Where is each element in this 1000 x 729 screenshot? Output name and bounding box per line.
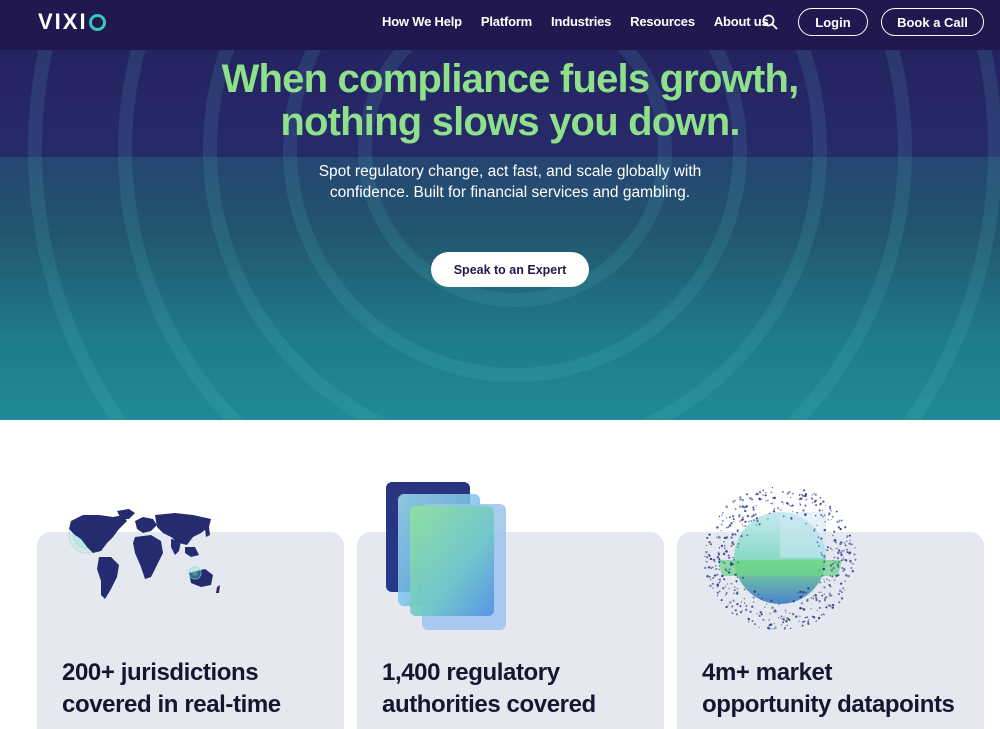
stat-card-title: 4m+ market opportunity datapoints (702, 657, 977, 721)
hero-section: VIXI How We Help Platform Industries Res… (0, 0, 1000, 420)
headline-line-2: nothing slows you down. (280, 100, 740, 144)
world-map-illustration (67, 509, 220, 599)
nav-platform[interactable]: Platform (481, 14, 532, 29)
hero-headline: When compliance fuels growth, nothing sl… (0, 58, 1000, 144)
top-navigation: VIXI How We Help Platform Industries Res… (0, 0, 1000, 50)
subtext-line-1: Spot regulatory change, act fast, and sc… (318, 163, 702, 180)
search-icon[interactable] (762, 14, 778, 30)
stacked-documents-illustration (386, 482, 506, 630)
stat-title-line-2: covered in real-time (62, 691, 281, 718)
subtext-line-2: confidence. Built for financial services… (329, 184, 691, 201)
book-a-call-button[interactable]: Book a Call (881, 8, 984, 36)
stat-title-line-1: 1,400 regulatory (382, 659, 560, 686)
nav-industries[interactable]: Industries (551, 14, 611, 29)
logo-text: VIXI (38, 9, 88, 34)
stat-title-line-1: 4m+ market (702, 659, 833, 686)
speak-to-expert-button[interactable]: Speak to an Expert (431, 252, 589, 287)
stat-title-line-2: authorities covered (382, 691, 596, 718)
headline-line-1: When compliance fuels growth, (221, 57, 800, 101)
vixio-logo[interactable]: VIXI (38, 9, 106, 34)
logo-ring-icon (88, 13, 106, 31)
stat-card-title: 200+ jurisdictions covered in real-time (62, 657, 337, 721)
login-button[interactable]: Login (798, 8, 868, 36)
hero-subtext: Spot regulatory change, act fast, and sc… (290, 161, 730, 203)
stat-card-title: 1,400 regulatory authorities covered (382, 657, 657, 721)
data-sphere-illustration (703, 486, 857, 630)
nav-resources[interactable]: Resources (630, 14, 695, 29)
stat-title-line-2: opportunity datapoints (702, 691, 955, 718)
nav-links: How We Help Platform Industries Resource… (382, 14, 788, 29)
nav-how-we-help[interactable]: How We Help (382, 14, 462, 29)
nav-about-us[interactable]: About us (714, 14, 769, 29)
stat-title-line-1: 200+ jurisdictions (62, 659, 259, 686)
